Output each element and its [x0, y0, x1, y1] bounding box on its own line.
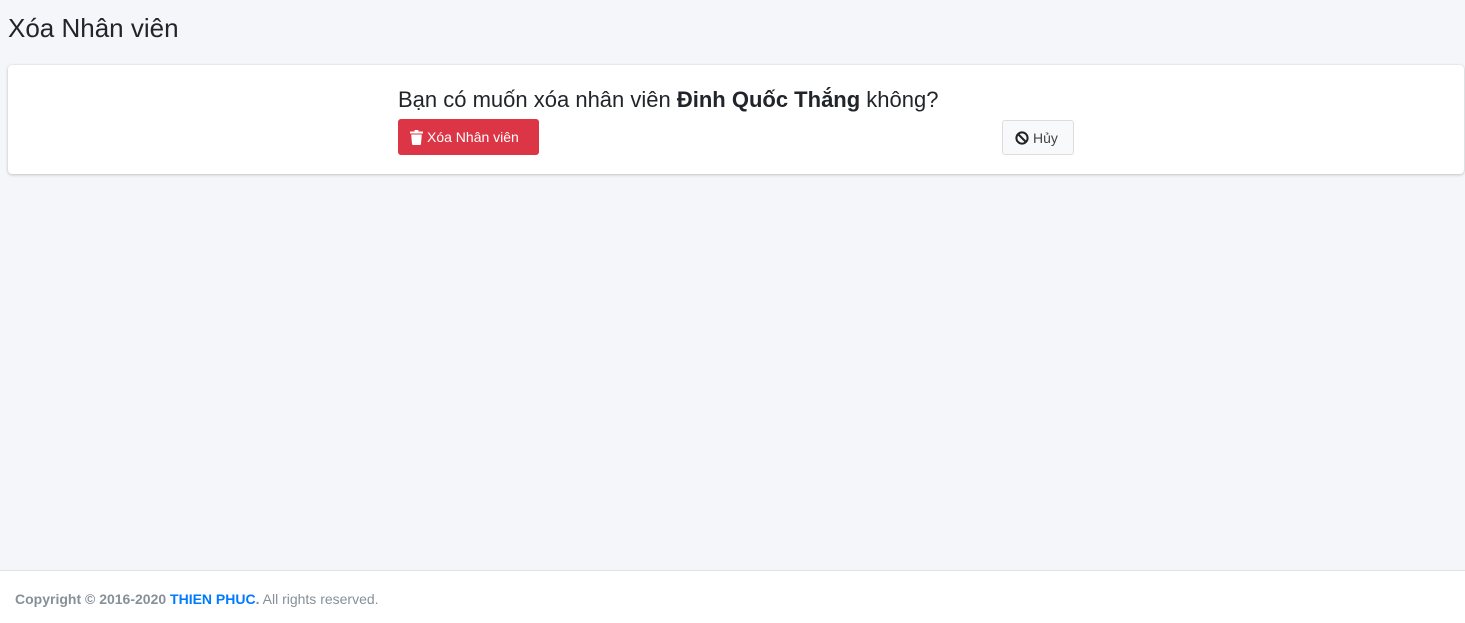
confirm-question: Bạn có muốn xóa nhân viên Đinh Quốc Thắn…	[398, 85, 938, 115]
copyright-prefix: Copyright © 2016-2020	[15, 591, 171, 607]
question-prefix: Bạn có muốn xóa nhân viên	[398, 87, 677, 112]
cancel-button[interactable]: Hủy	[1002, 120, 1074, 155]
trash-icon	[410, 129, 423, 145]
ban-icon	[1015, 130, 1029, 145]
page-title: Xóa Nhân viên	[8, 13, 179, 43]
rights-text: All rights reserved.	[259, 591, 379, 607]
company-link[interactable]: THIEN PHUC	[170, 591, 256, 607]
copyright-text: Copyright © 2016-2020 THIEN PHUC.	[15, 591, 260, 607]
content-header: Xóa Nhân viên	[8, 10, 179, 46]
confirm-card: Bạn có muốn xóa nhân viên Đinh Quốc Thắn…	[8, 65, 1464, 174]
delete-employee-button[interactable]: Xóa Nhân viên	[398, 119, 539, 155]
question-suffix: không?	[860, 87, 939, 112]
cancel-button-label: Hủy	[1033, 129, 1058, 146]
employee-name: Đinh Quốc Thắng	[676, 87, 861, 112]
delete-button-label: Xóa Nhân viên	[427, 129, 519, 145]
footer: Copyright © 2016-2020 THIEN PHUC. All ri…	[0, 570, 1465, 623]
